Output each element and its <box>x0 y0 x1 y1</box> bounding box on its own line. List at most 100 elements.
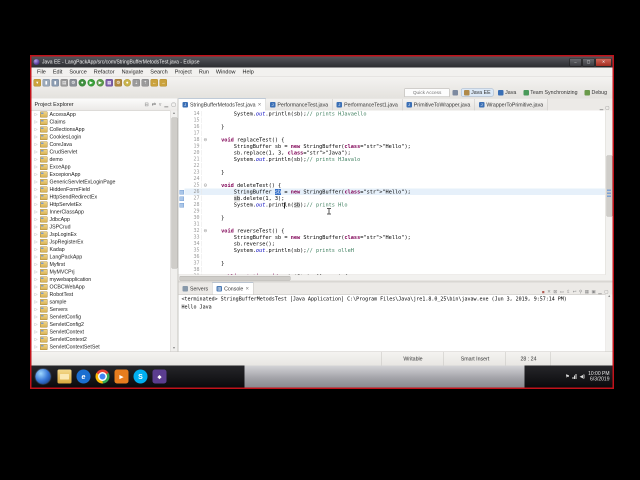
quick-access-box[interactable]: Quick Access <box>404 88 450 97</box>
menu-source[interactable]: Source <box>66 69 90 75</box>
back-icon[interactable]: ← <box>150 78 158 87</box>
editor-vertical-scrollbar[interactable] <box>605 110 613 281</box>
maximize-icon[interactable]: ▢ <box>171 102 176 108</box>
taskbar-internet-explorer-icon[interactable]: e <box>76 369 91 384</box>
project-tree-item[interactable]: ▷ JSPCrud <box>32 223 171 231</box>
forward-icon[interactable]: → <box>159 78 167 87</box>
editor-tab[interactable]: J WrapperToPrimitive.java <box>474 99 548 111</box>
editor-tab[interactable]: J PrimitiveToWrapper.java <box>402 99 475 111</box>
maximize-button[interactable]: ▢ <box>582 57 595 67</box>
project-tree-item[interactable]: ▷ Servers <box>32 306 171 314</box>
project-tree-item[interactable]: ▷ CoreJava <box>32 141 171 149</box>
explorer-scrollbar[interactable]: ▲ ▼ <box>170 110 178 352</box>
project-tree-item[interactable]: ▷ ServletConfig <box>32 313 171 321</box>
editor-tab[interactable]: J StringBufferMetodsTest.java ✕ <box>178 98 266 111</box>
perspective-team-synchronizing[interactable]: Team Synchronizing <box>521 89 580 96</box>
project-tree-item[interactable]: ▷ JdbcApp <box>32 216 171 224</box>
project-tree-item[interactable]: ▷ JspLoginEx <box>32 231 171 239</box>
code-editor[interactable]: 14 System.out.println(sb);// prints HJav… <box>178 110 613 281</box>
project-tree-item[interactable]: ▷ ExceApp <box>32 163 171 171</box>
project-tree-item[interactable]: ▷ CollectionsApp <box>32 126 171 134</box>
scrollbar-thumb[interactable] <box>171 117 178 269</box>
project-tree-item[interactable]: ▷ GenericServletExLoginPage <box>32 178 171 186</box>
minimize-button[interactable]: – <box>569 57 582 67</box>
run-icon[interactable]: ▶ <box>87 78 95 87</box>
project-tree-item[interactable]: ▷ demo <box>32 156 171 164</box>
project-tree-item[interactable]: ▷ HttpServletEx <box>32 201 171 209</box>
console-tab-servers[interactable]: Servers <box>179 283 213 295</box>
perspective-debug[interactable]: Debug <box>582 89 609 96</box>
project-tree-item[interactable]: ▷ sample <box>32 298 171 306</box>
build-icon[interactable]: ⚙ <box>69 78 77 87</box>
volume-icon[interactable]: ◀) <box>580 374 586 380</box>
project-tree-item[interactable]: ▷ JspRegisterEx <box>32 238 171 246</box>
perspective-java[interactable]: Java <box>496 89 519 96</box>
taskbar-chrome-icon[interactable] <box>95 369 110 384</box>
project-tree-item[interactable]: ▷ OCBCWebApp <box>32 283 171 291</box>
next-annotation-icon[interactable]: ⇣ <box>132 78 140 87</box>
scroll-up-icon[interactable]: ▲ <box>171 111 178 117</box>
minimize-icon[interactable]: ▁ <box>164 102 168 108</box>
taskbar-media-player-icon[interactable]: ▶ <box>114 369 129 384</box>
run-external-tools-icon[interactable]: ▶ <box>96 78 104 87</box>
project-tree-item[interactable]: ▷ LangPackApp <box>32 253 171 261</box>
project-tree-item[interactable]: ▷ Kadap <box>32 246 171 254</box>
taskbar-app-purple-icon[interactable]: ◆ <box>152 369 167 384</box>
tab-close-icon[interactable]: ✕ <box>245 286 249 292</box>
project-tree-item[interactable]: ▷ CrudServlet <box>32 148 171 156</box>
project-tree-item[interactable]: ▷ ExcepionApp <box>32 171 171 179</box>
menu-project[interactable]: Project <box>171 69 195 75</box>
taskbar-explorer-icon[interactable] <box>57 369 72 384</box>
project-tree-item[interactable]: ▷ ServletContext2 <box>32 336 171 344</box>
menu-edit[interactable]: Edit <box>49 69 65 75</box>
project-tree-item[interactable]: ▷ MyMVCPrj <box>32 268 171 276</box>
project-tree-item[interactable]: ▷ Claims <box>32 118 171 126</box>
project-tree-item[interactable]: ▷ ServletContextSetSet <box>32 343 171 351</box>
project-tree-item[interactable]: ▷ AccessApp <box>32 111 171 119</box>
debug-icon[interactable]: ● <box>78 78 86 87</box>
project-tree-item[interactable]: ▷ Myfirst <box>32 261 171 269</box>
save-icon[interactable]: ▮ <box>42 78 50 87</box>
project-tree-item[interactable]: ▷ ServletContext <box>32 328 171 336</box>
coverage-icon[interactable]: ▦ <box>105 78 113 87</box>
save-all-icon[interactable]: ▮ <box>51 78 59 87</box>
new-servlet-icon[interactable]: ⚙ <box>114 78 122 87</box>
project-tree-item[interactable]: ▷ HttpSendRedirectEx <box>32 193 171 201</box>
print-icon[interactable]: ▤ <box>60 78 68 87</box>
link-with-editor-icon[interactable]: ⇄ <box>152 102 156 108</box>
menu-run[interactable]: Run <box>195 69 212 75</box>
menu-file[interactable]: File <box>34 69 50 75</box>
console-tab-console[interactable]: ▥ Console ✕ <box>212 282 254 295</box>
network-signal-icon[interactable] <box>572 374 577 379</box>
project-tree-item[interactable]: ▷ mywebapplication <box>32 276 171 284</box>
terminate-icon[interactable]: ■ <box>542 289 545 294</box>
close-button[interactable]: ✕ <box>595 57 612 67</box>
project-tree-item[interactable]: ▷ CookiesLogin <box>32 133 171 141</box>
view-menu-icon[interactable]: ▿ <box>159 102 162 108</box>
console-body[interactable]: <terminated> StringBufferMetodsTest [Jav… <box>179 294 613 352</box>
project-tree-item[interactable]: ▷ ServletConfig2 <box>32 321 171 329</box>
scrollbar-thumb[interactable] <box>606 155 613 217</box>
project-tree-item[interactable]: ▷ InnerClassApp <box>32 208 171 216</box>
menu-window[interactable]: Window <box>212 69 239 75</box>
console-scrollbar[interactable]: ▲ <box>605 294 613 352</box>
action-center-flag-icon[interactable]: ⚑ <box>565 374 569 380</box>
previous-annotation-icon[interactable]: ⇡ <box>141 78 149 87</box>
taskbar-skype-icon[interactable]: S <box>133 369 148 384</box>
project-tree-item[interactable]: ▷ RobotTest <box>32 291 171 299</box>
start-button[interactable] <box>35 369 51 384</box>
editor-tab[interactable]: J PerformanceTest1.java <box>332 99 403 111</box>
collapse-all-icon[interactable]: ⊟ <box>145 102 149 108</box>
menu-navigate[interactable]: Navigate <box>118 69 147 75</box>
menu-help[interactable]: Help <box>239 69 257 75</box>
menu-search[interactable]: Search <box>147 69 171 75</box>
open-perspective-icon[interactable] <box>452 89 459 96</box>
menu-refactor[interactable]: Refactor <box>90 69 118 75</box>
editor-tab[interactable]: J PerformanceTest.java <box>265 99 333 111</box>
tray-clock[interactable]: 10:00 PM 6/3/2019 <box>588 371 609 382</box>
new-wizard-icon[interactable]: ▾ <box>33 78 41 87</box>
perspective-java-ee[interactable]: Java EE <box>461 88 494 97</box>
search-icon[interactable]: ● <box>123 78 131 87</box>
tab-close-icon[interactable]: ✕ <box>258 102 262 108</box>
project-tree-item[interactable]: ▷ HiddenFormField <box>32 186 171 194</box>
